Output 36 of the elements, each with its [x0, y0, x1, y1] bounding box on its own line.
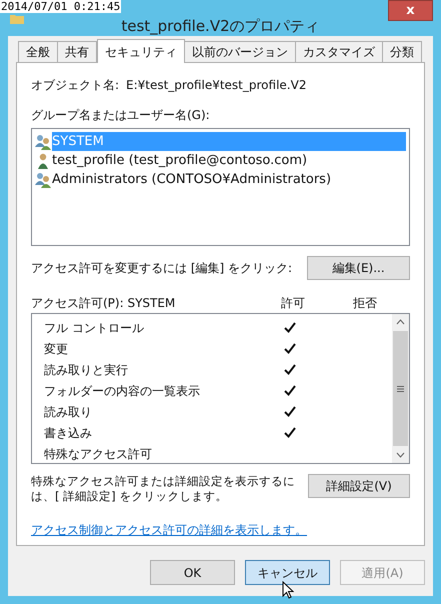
- users-label: グループ名またはユーザー名(G):: [31, 107, 211, 124]
- window-title: test_profile.V2のプロパティ: [121, 16, 320, 37]
- edit-button[interactable]: 編集(E)...: [307, 256, 410, 280]
- scrollbar[interactable]: [392, 314, 409, 463]
- close-button[interactable]: x: [388, 0, 433, 21]
- scrollbar-thumb[interactable]: [393, 331, 408, 446]
- object-name-value: E:¥test_profile¥test_profile.V2: [126, 77, 306, 94]
- object-name-label: オブジェクト名:: [31, 77, 120, 94]
- grip-icon: [397, 386, 404, 392]
- advanced-button[interactable]: 詳細設定(V): [308, 474, 410, 498]
- advanced-instruction: 特殊なアクセス許可または詳細設定を表示するには、[ 詳細設定] をクリックします。: [31, 474, 296, 504]
- permission-name: 変更: [44, 340, 69, 358]
- tab[interactable]: 分類: [382, 41, 422, 62]
- permission-name: 読み取りと実行: [44, 362, 129, 378]
- user-group-icon: [35, 134, 51, 150]
- mouse-cursor-icon: [282, 581, 294, 600]
- permission-name: 読み取り: [44, 404, 93, 420]
- user-icon: [35, 152, 51, 168]
- permission-name: 特殊なアクセス許可: [44, 446, 153, 462]
- dialog-button[interactable]: キャンセル: [245, 560, 330, 585]
- allow-header: 許可: [281, 295, 306, 312]
- permission-name: フル コントロール: [44, 320, 145, 336]
- user-list-item[interactable]: test_profile (test_profile@contoso.com): [35, 151, 406, 170]
- dialog-button[interactable]: OK: [150, 560, 235, 585]
- permission-name: フォルダーの内容の一覧表示: [44, 382, 201, 400]
- user-list-item[interactable]: Administrators (CONTOSO¥Administrators): [35, 170, 406, 189]
- tab[interactable]: 共有: [57, 41, 97, 62]
- edit-instruction: アクセス許可を変更するには [編集] をクリック:: [31, 260, 292, 277]
- tab[interactable]: 全般: [18, 41, 58, 62]
- timestamp: 2014/07/01 0:21:45: [0, 0, 122, 13]
- deny-header: 拒否: [353, 295, 377, 312]
- help-link[interactable]: アクセス制御とアクセス許可の詳細を表示します。: [31, 521, 307, 539]
- user-group-icon: [35, 172, 51, 188]
- permission-name: 書き込み: [44, 424, 93, 442]
- tab[interactable]: セキュリティ: [97, 39, 185, 63]
- permissions-label: アクセス許可(P): SYSTEM: [31, 295, 176, 312]
